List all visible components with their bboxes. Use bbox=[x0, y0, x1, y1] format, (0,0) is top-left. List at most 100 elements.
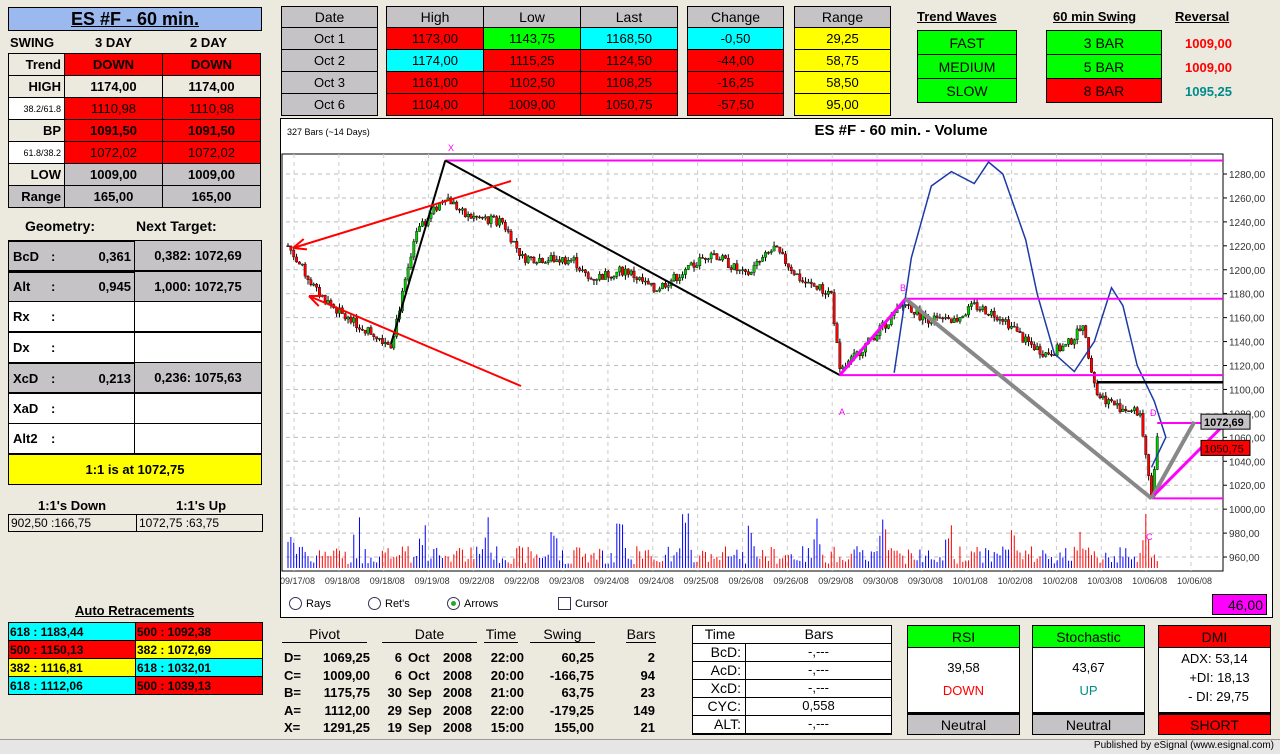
candle-body bbox=[586, 272, 590, 279]
candle-body bbox=[701, 257, 705, 259]
candle-body bbox=[1030, 341, 1033, 345]
time-bars-value: -,--- bbox=[746, 644, 891, 662]
one-to-one-target: 1:1 is at 1072,75 bbox=[8, 454, 262, 485]
candle-body bbox=[555, 259, 559, 262]
candle-body bbox=[363, 329, 367, 334]
pivot-p: X= bbox=[284, 720, 301, 735]
candle-body bbox=[369, 327, 373, 335]
candle-body bbox=[389, 344, 393, 349]
candle-body bbox=[658, 288, 662, 292]
auto-retracements-title: Auto Retracements bbox=[75, 603, 195, 618]
pivot-b: 149 bbox=[633, 702, 655, 718]
time-bars-label: BcD: bbox=[693, 644, 746, 662]
pivot-b: 2 bbox=[647, 650, 655, 665]
chart-panel[interactable]: 327 Bars (~14 Days) ES #F - 60 min. - Vo… bbox=[280, 118, 1273, 618]
pivot-m: Sep bbox=[408, 685, 432, 700]
geometry-label: XcD bbox=[13, 370, 39, 386]
candle-body bbox=[1035, 346, 1039, 350]
candle-body bbox=[372, 334, 376, 337]
x-tick-label: 09/17/08 bbox=[281, 576, 315, 586]
candle-body bbox=[661, 283, 664, 290]
candle-body bbox=[501, 218, 504, 223]
candle-body bbox=[546, 260, 550, 263]
geometry-separator: : bbox=[51, 339, 56, 355]
bars-header: Bars bbox=[747, 626, 891, 644]
candle-body bbox=[672, 274, 676, 282]
swing-row-label: LOW bbox=[8, 163, 65, 186]
pivot-header: Time bbox=[484, 626, 518, 643]
checkbox-icon[interactable] bbox=[558, 597, 571, 610]
candle-body bbox=[975, 302, 979, 310]
rays-radio[interactable]: Rays bbox=[289, 597, 331, 610]
pivot-header: Date bbox=[382, 626, 477, 643]
candle-body bbox=[624, 268, 627, 276]
swing-2day-value: DOWN bbox=[162, 53, 261, 76]
candle-body bbox=[935, 315, 939, 318]
cursor-checkbox[interactable]: Cursor bbox=[558, 597, 608, 610]
candle-body bbox=[746, 271, 750, 275]
swing-row-label: Trend bbox=[8, 53, 65, 76]
price-chart[interactable]: 1280,00 1260,00 1240,00 1220,00 1200,00 1180,… bbox=[281, 119, 1274, 619]
pivot-t: 22:00 bbox=[490, 650, 524, 665]
candle-body bbox=[541, 258, 544, 263]
retracement-cell: 618 : 1183,44 bbox=[8, 622, 136, 641]
candle-body bbox=[315, 283, 318, 288]
geometry-value: 0,361 bbox=[98, 248, 131, 264]
daily-cell-change: -0,50 bbox=[687, 27, 784, 50]
candle-body bbox=[466, 214, 470, 217]
daily-header-range: Range bbox=[794, 6, 891, 28]
pivot-t: 21:00 bbox=[490, 685, 524, 700]
candle-body bbox=[815, 286, 819, 290]
pivot-d: 6 bbox=[394, 650, 402, 665]
candle-body bbox=[1070, 338, 1073, 345]
radio-selected-icon[interactable] bbox=[447, 597, 460, 610]
x-tick-label: 10/02/08 bbox=[998, 576, 1033, 586]
candle-body bbox=[581, 269, 584, 272]
geometry-separator: : bbox=[51, 309, 56, 324]
y-tick-label: 1040,00 bbox=[1229, 457, 1266, 468]
candle-body bbox=[964, 314, 968, 317]
arrows-radio[interactable]: Arrows bbox=[447, 597, 498, 610]
geometry-separator: : bbox=[51, 279, 56, 294]
candle-body bbox=[729, 267, 733, 270]
pivot-d: 6 bbox=[394, 667, 402, 683]
candle-body bbox=[601, 274, 604, 280]
candle-body bbox=[592, 278, 596, 281]
candle-body bbox=[758, 261, 762, 263]
candle-body bbox=[861, 351, 865, 356]
geometry-label: Geometry: bbox=[25, 218, 96, 234]
ones-up-value: 1072,75 :63,75 bbox=[136, 514, 263, 532]
trend-wave-0: FAST bbox=[917, 30, 1017, 55]
swing-label: SWING bbox=[10, 35, 55, 50]
candle-body bbox=[949, 318, 953, 323]
candle-body bbox=[343, 313, 347, 320]
candle-body bbox=[1064, 344, 1068, 347]
geometry-row-xcd: XcD: 0,213 bbox=[8, 362, 135, 393]
candle-body bbox=[1138, 413, 1142, 416]
radio-icon[interactable] bbox=[289, 597, 302, 610]
candle-body bbox=[1110, 399, 1113, 402]
swing-col1: 3 DAY bbox=[95, 35, 133, 50]
candle-body bbox=[664, 283, 667, 288]
pivot-v: 1175,75 bbox=[323, 685, 370, 700]
geometry-target bbox=[134, 301, 262, 332]
candle-body bbox=[552, 255, 556, 262]
footer: Published by eSignal (www.esignal.com) bbox=[0, 739, 1280, 754]
candle-body bbox=[769, 250, 773, 253]
swing-3day-value: 1072,02 bbox=[64, 141, 163, 164]
candle-body bbox=[955, 318, 959, 322]
candle-body bbox=[675, 274, 679, 281]
pivot-t: 22:00 bbox=[490, 702, 524, 718]
candle-body bbox=[832, 292, 836, 324]
swing60-item: 3 BAR bbox=[1046, 30, 1162, 55]
radio-icon[interactable] bbox=[368, 597, 381, 610]
swing-2day-value: 1091,50 bbox=[162, 119, 261, 142]
price-tag-label: 1050,75 bbox=[1204, 443, 1244, 455]
candle-body bbox=[841, 366, 845, 369]
rets-radio[interactable]: Ret's bbox=[368, 597, 410, 610]
candle-body bbox=[609, 277, 613, 279]
pivot-m: Sep bbox=[408, 720, 432, 735]
x-tick-label: 09/18/08 bbox=[325, 576, 360, 586]
x-tick-label: 10/02/08 bbox=[1042, 576, 1077, 586]
candle-body bbox=[944, 317, 948, 319]
